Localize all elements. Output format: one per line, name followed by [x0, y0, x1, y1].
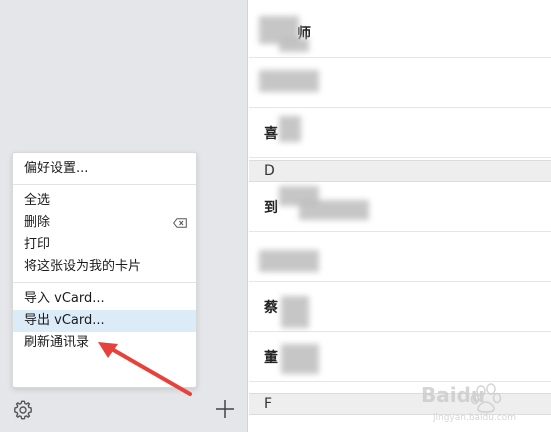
menu-item-label: 删除 [24, 215, 51, 230]
menu-item-preferences[interactable]: 偏好设置... [13, 158, 196, 180]
contact-name: 蔡 [264, 300, 278, 316]
menu-item-select-all[interactable]: 全选 [13, 190, 196, 212]
menu-item-label: 将这张设为我的卡片 [24, 259, 142, 274]
menu-item-refresh-contacts[interactable]: 刷新通讯录 [13, 332, 196, 354]
contact-name: 喜 [264, 126, 278, 142]
contact-row[interactable]: 师 [249, 8, 551, 58]
contact-name: 到 [264, 200, 278, 216]
menu-item-set-my-card[interactable]: 将这张设为我的卡片 [13, 256, 196, 278]
menu-item-import-vcard[interactable]: 导入 vCard... [13, 288, 196, 310]
contact-row[interactable] [249, 232, 551, 282]
plus-icon[interactable] [213, 397, 237, 421]
section-header: D [249, 160, 551, 182]
contact-row[interactable]: 喜 [249, 108, 551, 158]
contact-list: 师 喜 D 到 蔡 董 F [249, 0, 551, 432]
menu-separator [13, 184, 196, 185]
contact-row[interactable]: 蔡 [249, 282, 551, 332]
menu-item-label: 导入 vCard... [24, 291, 105, 306]
contact-name: 董 [264, 350, 278, 366]
menu-separator [13, 282, 196, 283]
section-letter: F [264, 396, 273, 412]
section-header: F [249, 393, 551, 415]
gear-icon[interactable] [11, 398, 35, 422]
menu-item-label: 偏好设置... [24, 161, 89, 176]
contact-row[interactable]: 董 [249, 332, 551, 382]
menu-item-label: 全选 [24, 193, 51, 208]
contact-row[interactable] [249, 58, 551, 108]
delete-key-icon [173, 218, 187, 228]
settings-context-menu: 偏好设置... 全选 删除 打印 将这张设为我的卡片 导入 vCard... 导… [12, 152, 197, 388]
menu-item-export-vcard[interactable]: 导出 vCard... [13, 310, 196, 332]
contact-row[interactable]: 到 [249, 182, 551, 232]
menu-item-delete[interactable]: 删除 [13, 212, 196, 234]
menu-item-print[interactable]: 打印 [13, 234, 196, 256]
section-letter: D [264, 163, 275, 179]
menu-item-label: 打印 [24, 237, 51, 252]
menu-item-label: 导出 vCard... [24, 313, 105, 328]
menu-item-label: 刷新通讯录 [24, 335, 90, 350]
